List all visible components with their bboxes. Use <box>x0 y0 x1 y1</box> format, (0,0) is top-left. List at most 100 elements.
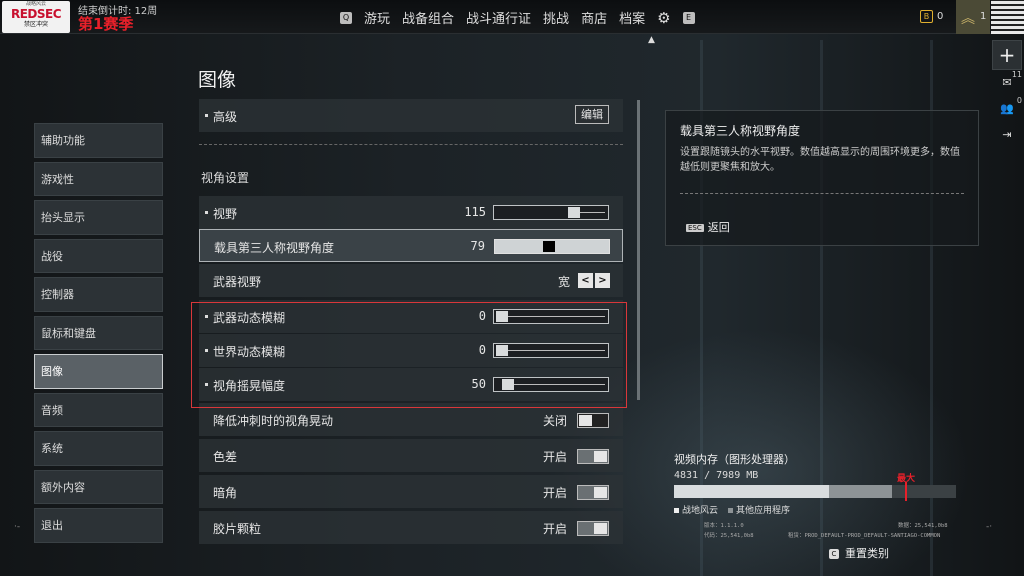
friends-count: 0 <box>1016 96 1022 105</box>
left-edge-marker: ·- <box>14 522 21 532</box>
right-icon-column: + ✉ 11 👥 0 ⇥ <box>990 40 1024 148</box>
fov-slider[interactable] <box>493 205 609 220</box>
main-nav: Q 游玩 战备组合 战斗通行证 挑战 商店 档案 ⚙ E <box>340 8 695 27</box>
player-rank[interactable]: ︽ 1 <box>956 0 990 34</box>
nav-item-store[interactable]: 商店 <box>581 8 607 27</box>
menu-item-quit[interactable]: 退出 <box>34 508 163 543</box>
chevron-right-icon[interactable]: > <box>595 273 610 288</box>
setting-row-weapon-fov[interactable]: 武器视野 宽 < > <box>199 264 623 297</box>
grain-value: 开启 <box>542 522 567 536</box>
section-divider <box>199 144 623 145</box>
fov-value: 115 <box>464 205 486 219</box>
menu-item-hud[interactable]: 抬头显示 <box>34 200 163 235</box>
gear-icon[interactable]: ⚙ <box>657 9 670 27</box>
fov-label: 视野 <box>204 207 238 221</box>
sprint-shake-toggle[interactable] <box>577 413 609 428</box>
sprint-shake-label: 降低冲刺时的视角晃动 <box>213 414 334 428</box>
vignette-toggle[interactable] <box>577 485 609 500</box>
slider-knob[interactable] <box>567 207 580 218</box>
reset-label: 重置类别 <box>845 547 889 560</box>
menu-item-extra-content[interactable]: 额外内容 <box>34 469 163 504</box>
legend-battlefield: 战地风云 <box>682 506 719 516</box>
info-divider <box>680 193 964 194</box>
chromatic-value: 开启 <box>542 450 567 464</box>
vram-title: 视频内存（图形处理器） <box>674 453 795 466</box>
menu-item-system[interactable]: 系统 <box>34 431 163 466</box>
page-title: 图像 <box>198 69 237 91</box>
setting-row-grain[interactable]: 胶片颗粒 开启 <box>199 511 623 544</box>
mail-count: 11 <box>1011 70 1022 79</box>
chevron-left-icon[interactable]: < <box>578 273 593 288</box>
rank-chevron-icon: ︽ <box>961 11 975 27</box>
legend-other: 其他应用程序 <box>736 506 791 516</box>
vehicle-fov-label: 载具第三人称视野角度 <box>214 241 335 255</box>
menu-item-campaign[interactable]: 战役 <box>34 238 163 273</box>
vram-bar-battlefield <box>674 485 829 498</box>
nav-next-key[interactable]: E <box>682 11 695 24</box>
info-title: 载具第三人称视野角度 <box>680 124 801 138</box>
highlight-box <box>191 302 627 408</box>
grain-toggle[interactable] <box>577 521 609 536</box>
setting-row-vehicle-fov[interactable]: 载具第三人称视野角度 79 <box>199 229 623 262</box>
exit-icon[interactable]: ⇥ <box>992 128 1022 148</box>
qr-code-icon[interactable] <box>991 0 1024 34</box>
vignette-label: 暗角 <box>213 486 238 500</box>
nav-item-battlepass[interactable]: 战斗通行证 <box>466 8 531 27</box>
setting-row-chromatic[interactable]: 色差 开启 <box>199 439 623 472</box>
vehicle-fov-value: 79 <box>470 239 485 253</box>
vram-max-marker <box>905 482 907 501</box>
nav-item-loadout[interactable]: 战备组合 <box>402 8 454 27</box>
nav-item-play[interactable]: 游玩 <box>364 8 390 27</box>
edit-button[interactable]: 编辑 <box>575 105 609 124</box>
weapon-fov-selector: < > <box>578 273 610 288</box>
menu-item-mouse-keyboard[interactable]: 鼠标和键盘 <box>34 315 163 350</box>
menu-item-accessibility[interactable]: 辅助功能 <box>34 123 163 158</box>
settings-scrollbar[interactable] <box>637 100 640 400</box>
c-key-icon: C <box>829 549 839 559</box>
friends-icon[interactable]: 👥 0 <box>992 96 1022 122</box>
right-edge-marker: -· <box>986 522 993 532</box>
setting-row-vignette[interactable]: 暗角 开启 <box>199 475 623 508</box>
vram-legend: 战地风云 其他应用程序 <box>674 503 790 516</box>
reset-category-button[interactable]: C 重置类别 <box>829 545 889 561</box>
menu-item-graphics[interactable]: 图像 <box>34 354 163 389</box>
vehicle-fov-slider[interactable] <box>494 239 610 254</box>
menu-item-audio[interactable]: 音频 <box>34 392 163 427</box>
legend-swatch-other <box>728 508 734 513</box>
data-text: 数据：25,541,0b8 <box>898 523 948 529</box>
chromatic-toggle[interactable] <box>577 449 609 464</box>
advanced-label: 高级 <box>204 110 238 124</box>
chromatic-label: 色差 <box>213 450 238 464</box>
legend-swatch-battlefield <box>674 508 679 513</box>
code-text: 代码：25,541,0b8 <box>704 533 754 539</box>
mail-icon[interactable]: ✉ 11 <box>992 70 1022 96</box>
setting-row-advanced[interactable]: 高级 编辑 <box>199 99 623 132</box>
top-bar: 战略风云 REDSEC 禁区冲突 结束倒计时: 12周 第1赛季 Q 游玩 战备… <box>0 0 1024 34</box>
logo-sub-text: 禁区冲突 <box>23 21 48 28</box>
plus-button[interactable]: + <box>992 40 1022 70</box>
setting-row-fov[interactable]: 视野 115 <box>199 196 623 229</box>
active-tab-caret-icon: ▲ <box>648 35 655 45</box>
menu-item-gameplay[interactable]: 游戏性 <box>34 161 163 196</box>
currency-icon: B <box>920 10 933 23</box>
vram-bar <box>674 482 956 501</box>
vram-max-label: 最大 <box>897 474 916 484</box>
vram-panel: 视频内存（图形处理器） 4831 / 7989 MB 最大 战地风云 其他应用程序 <box>674 451 956 516</box>
rental-text: 租赁：PROD_DEFAULT-PROD_DEFAULT-SANTIAGO-CO… <box>788 533 941 539</box>
currency-display[interactable]: B0 <box>920 10 943 23</box>
nav-item-profile[interactable]: 档案 <box>619 8 645 27</box>
weapon-fov-value: 宽 <box>557 275 570 289</box>
info-description: 设置跟随镜头的水平视野。数值越高显示的周围环境更多，数值越低则更聚焦和放大。 <box>680 147 960 173</box>
setting-info-panel: 载具第三人称视野角度 设置跟随镜头的水平视野。数值越高显示的周围环境更多，数值越… <box>665 110 979 246</box>
slider-knob[interactable] <box>543 241 556 252</box>
esc-key-icon: ESC <box>686 224 704 232</box>
nav-item-challenges[interactable]: 挑战 <box>543 8 569 27</box>
grain-label: 胶片颗粒 <box>213 522 262 536</box>
vram-bar-other <box>829 485 892 498</box>
nav-prev-key[interactable]: Q <box>340 11 352 24</box>
menu-item-controller[interactable]: 控制器 <box>34 277 163 312</box>
settings-category-menu: 辅助功能 游戏性 抬头显示 战役 控制器 鼠标和键盘 图像 音频 系统 额外内容… <box>34 123 163 547</box>
weapon-fov-label: 武器视野 <box>213 275 262 289</box>
season-label: 第1赛季 <box>78 15 134 33</box>
back-button[interactable]: ESC 返回 <box>686 219 730 235</box>
